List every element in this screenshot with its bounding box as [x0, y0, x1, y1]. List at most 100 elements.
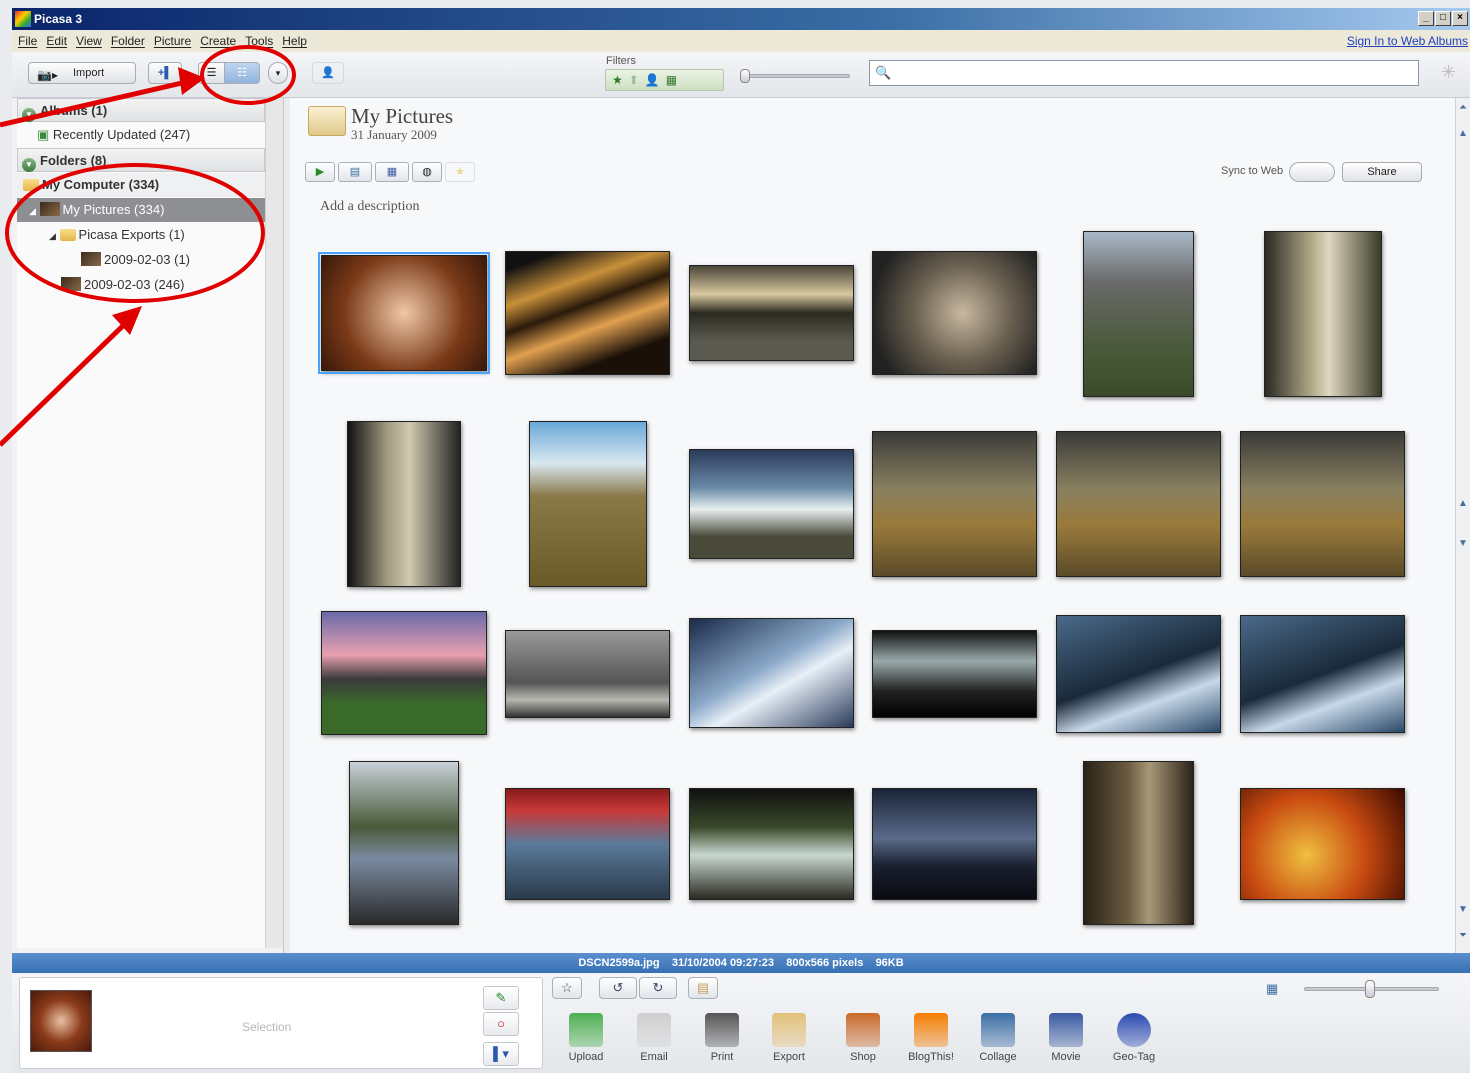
star-filter-icon[interactable]: ★	[612, 73, 623, 87]
photo-weir[interactable]	[689, 788, 854, 900]
photo-dusk-clouds[interactable]	[872, 788, 1037, 900]
menu-file[interactable]: File	[18, 34, 37, 48]
collage-icon	[981, 1013, 1015, 1047]
print-tool[interactable]: Print	[690, 1013, 754, 1063]
sidebar-scrollbar[interactable]	[265, 98, 283, 948]
sidebar-item-recently-updated[interactable]: ▣ Recently Updated (247)	[17, 123, 265, 147]
photo-fish[interactable]	[872, 251, 1037, 375]
play-icon: ▶	[315, 166, 325, 178]
hold-button[interactable]: ✎	[483, 986, 519, 1010]
blogthis-tool[interactable]: BlogThis!	[899, 1013, 963, 1063]
collage-tool[interactable]: Collage	[966, 1013, 1030, 1063]
email-tool[interactable]: Email	[622, 1013, 686, 1063]
geotag-button[interactable]: ◍	[412, 162, 442, 182]
rotate-left-icon: ↺	[612, 980, 624, 995]
scroll-up-icon[interactable]: ▲	[1457, 128, 1469, 139]
photo-street[interactable]	[1083, 761, 1194, 925]
page-up-icon[interactable]: ▲	[1457, 498, 1469, 509]
upload-icon	[569, 1013, 603, 1047]
sidebar-item-picasa-exports[interactable]: ◢ Picasa Exports (1)	[17, 223, 265, 247]
photo-valley-lake[interactable]	[349, 761, 459, 925]
date-filter-slider[interactable]	[742, 74, 850, 78]
photo-waterfall-cliffs[interactable]	[689, 449, 854, 559]
photo-church-path[interactable]	[1083, 231, 1194, 397]
menu-create[interactable]: Create	[200, 34, 236, 48]
description-input[interactable]: Add a description	[320, 199, 420, 215]
library-scrollbar[interactable]: ⏶ ▲ ▲ ▼ ▼ ⏷	[1455, 98, 1470, 953]
sidebar-item-folder-date[interactable]: 2009-02-03 (246)	[17, 273, 265, 297]
photo-waterfall-figure[interactable]	[1264, 231, 1382, 397]
shop-tool[interactable]: Shop	[831, 1013, 895, 1063]
upload-tool[interactable]: Upload	[554, 1013, 618, 1063]
scroll-down-icon[interactable]: ▼	[1457, 904, 1469, 915]
export-tool[interactable]: Export	[757, 1013, 821, 1063]
search-input[interactable]: 🔍	[869, 60, 1419, 86]
movie-tool[interactable]: Movie	[1034, 1013, 1098, 1063]
people-button[interactable]: 👤	[312, 62, 344, 84]
close-button[interactable]: ×	[1452, 11, 1468, 26]
maximize-button[interactable]: □	[1435, 11, 1451, 26]
minimize-button[interactable]: _	[1418, 11, 1434, 26]
menu-help[interactable]: Help	[282, 34, 307, 48]
photo-river-plain[interactable]	[529, 421, 647, 587]
photo-wave-sculpture[interactable]	[505, 251, 670, 375]
photo-lake-sunset[interactable]	[689, 265, 854, 361]
star-button[interactable]: ★	[445, 162, 475, 182]
selected-photo-thumbnail[interactable]	[30, 990, 92, 1052]
thumbnail-size-knob[interactable]	[1365, 980, 1375, 998]
geotag-tool[interactable]: Geo-Tag	[1102, 1013, 1166, 1063]
collage-button[interactable]: ▤	[338, 162, 372, 182]
movie-label: Movie	[1051, 1051, 1081, 1063]
face-filter-icon[interactable]: 👤	[645, 73, 660, 87]
menu-view[interactable]: View	[76, 34, 102, 48]
menu-edit[interactable]: Edit	[46, 34, 67, 48]
photo-horse-rider[interactable]	[505, 630, 670, 718]
menu-tools[interactable]: Tools	[245, 34, 273, 48]
my-pictures-label: My Pictures (334)	[62, 202, 165, 217]
photo-road-tree-1[interactable]	[872, 431, 1037, 577]
slideshow-button[interactable]: ▶	[305, 162, 335, 182]
movie-button[interactable]: ▦	[375, 162, 409, 182]
rotate-right-button[interactable]: ↻	[639, 977, 677, 999]
page-down-icon[interactable]: ▼	[1457, 538, 1469, 549]
clear-button[interactable]: ○	[483, 1012, 519, 1036]
filter-group: ★ ⬆ 👤 ▦	[605, 69, 724, 91]
photo-boat-water[interactable]	[505, 788, 670, 900]
sync-toggle[interactable]	[1289, 162, 1335, 182]
sidebar-item-export-date[interactable]: 2009-02-03 (1)	[17, 248, 265, 272]
photo-leaf[interactable]	[1240, 788, 1405, 900]
folder-icon	[308, 106, 346, 136]
photo-road-tree-2[interactable]	[1056, 431, 1221, 577]
date-filter-knob[interactable]	[740, 69, 750, 83]
photo-sailor-2[interactable]	[1240, 615, 1405, 733]
collage-label: Collage	[979, 1051, 1017, 1063]
menu-picture[interactable]: Picture	[154, 34, 191, 48]
scroll-top-icon[interactable]: ⏶	[1457, 102, 1469, 113]
scroll-bottom-icon[interactable]: ⏷	[1457, 930, 1469, 941]
sidebar-item-my-computer[interactable]: My Computer (334)	[17, 173, 265, 197]
photo-waterfall-night[interactable]	[347, 421, 461, 587]
caption-button[interactable]: ▤	[688, 977, 718, 999]
star-photo-button[interactable]: ☆	[552, 977, 582, 999]
upload-filter-icon[interactable]: ⬆	[629, 73, 639, 87]
sidebar-item-my-pictures[interactable]: ◢ My Pictures (334)	[17, 198, 265, 222]
photo-silhouettes[interactable]	[872, 630, 1037, 718]
menu-folder[interactable]: Folder	[111, 34, 145, 48]
photo-spiderweb[interactable]	[318, 252, 490, 374]
share-button[interactable]: Share	[1342, 162, 1422, 182]
photo-stadium[interactable]	[321, 611, 487, 735]
movie-filter-icon[interactable]: ▦	[666, 73, 677, 87]
import-button[interactable]: 📷▸ Import	[28, 62, 136, 84]
photo-sailor-1[interactable]	[1056, 615, 1221, 733]
add-to-album-tray-button[interactable]: ▌▾	[483, 1042, 519, 1066]
photo-glacier[interactable]	[689, 618, 854, 728]
sign-in-link[interactable]: Sign In to Web Albums	[1347, 34, 1468, 48]
photo-road-tree-3[interactable]	[1240, 431, 1405, 577]
rotate-left-button[interactable]: ↺	[599, 977, 637, 999]
albums-header[interactable]: ▼ Albums (1)	[17, 98, 265, 122]
tree-view-button[interactable]: ☷	[224, 62, 260, 84]
flat-view-button[interactable]: ☰	[198, 62, 224, 84]
folders-header[interactable]: ▼ Folders (8)	[17, 148, 265, 172]
add-to-album-button[interactable]: +▌	[148, 62, 182, 84]
view-options-dropdown[interactable]: ▾	[268, 62, 288, 84]
